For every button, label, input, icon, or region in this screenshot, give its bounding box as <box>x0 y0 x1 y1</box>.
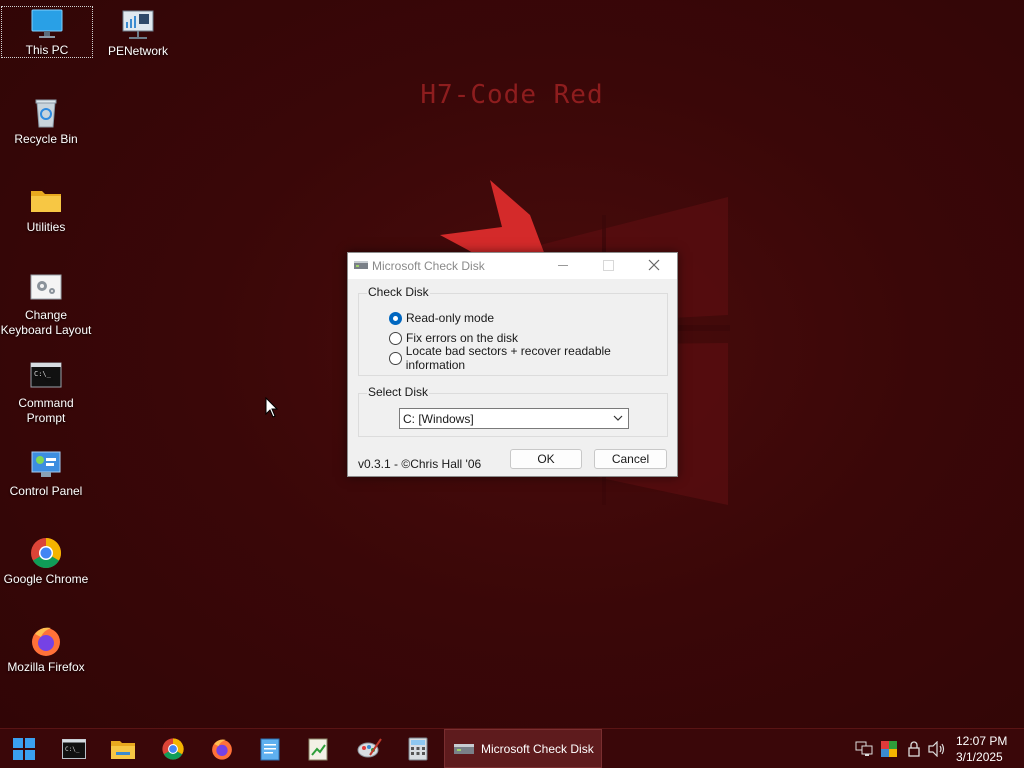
group-title: Select Disk <box>367 385 430 399</box>
desktop-icon-label: This PC <box>25 43 69 57</box>
desktop-icon-control-panel[interactable]: Control Panel <box>0 448 92 499</box>
chrome-icon <box>162 738 184 760</box>
desktop-icon-label: Utilities <box>26 220 66 234</box>
start-icon <box>13 738 35 760</box>
terminal-icon: C:\_ <box>30 362 62 388</box>
chevron-down-icon <box>613 415 623 421</box>
desktop-icon-label: Mozilla Firefox <box>7 660 85 674</box>
check-disk-group: Check Disk Read-only mode Fix errors on … <box>358 285 668 376</box>
radio-label: Fix errors on the disk <box>406 331 519 345</box>
disk-select[interactable]: C: [Windows] <box>399 408 629 429</box>
clock-date: 3/1/2025 <box>956 750 1003 764</box>
desktop-icon-change-keyboard-layout[interactable]: Change Keyboard Layout <box>0 272 92 338</box>
version-label: v0.3.1 - ©Chris Hall '06 <box>358 457 482 471</box>
chrome-icon <box>31 538 62 569</box>
close-button[interactable] <box>632 253 676 277</box>
volume-icon <box>928 741 945 757</box>
taskbar: C:\_ Microsoft Check Disk 12:07 PM 3/1/2… <box>0 728 1024 768</box>
radio-label: Locate bad sectors + recover readable in… <box>405 344 611 372</box>
close-icon <box>648 259 660 271</box>
taskbar-editor[interactable] <box>299 733 339 765</box>
taskbar-file-explorer[interactable] <box>103 733 143 765</box>
start-button[interactable] <box>4 733 44 765</box>
paint-icon <box>357 738 382 758</box>
wallpaper-title: H7-Code Red <box>420 80 604 110</box>
taskbar-paint[interactable] <box>349 733 389 765</box>
svg-text:C:\_: C:\_ <box>34 370 52 378</box>
desktop-icon-mozilla-firefox[interactable]: Mozilla Firefox <box>0 624 92 675</box>
taskbar-command-prompt[interactable]: C:\_ <box>54 733 94 765</box>
file-explorer-icon <box>111 741 135 759</box>
radio-read-only-mode[interactable]: Read-only mode <box>389 310 494 326</box>
taskbar-active-label: Microsoft Check Disk <box>481 741 594 756</box>
tray-display[interactable] <box>879 739 899 759</box>
mouse-cursor-icon <box>265 397 279 418</box>
terminal-icon: C:\_ <box>62 739 86 759</box>
recycle-bin-icon <box>35 99 57 128</box>
editor-icon <box>308 738 328 761</box>
select-disk-group: Select Disk C: [Windows] <box>358 385 668 437</box>
taskbar-notepad[interactable] <box>250 733 290 765</box>
tray-security[interactable] <box>904 739 924 759</box>
desktop-icon-this-pc[interactable]: This PC <box>1 6 93 58</box>
clock-time: 12:07 PM <box>956 734 1008 748</box>
dialog-titlebar[interactable]: Microsoft Check Disk <box>348 253 677 279</box>
firefox-icon <box>32 627 60 656</box>
calculator-icon <box>408 737 428 761</box>
desktop-icon-penetwork[interactable]: PENetwork <box>92 8 184 59</box>
taskbar-active-window[interactable]: Microsoft Check Disk <box>444 729 602 768</box>
keyboard-settings-icon <box>30 274 62 300</box>
disk-drive-icon <box>354 261 368 269</box>
radio-dot <box>389 311 402 325</box>
radio-dot <box>389 331 402 345</box>
desktop-icon-label: Change Keyboard Layout <box>0 308 92 337</box>
notepad-icon <box>260 738 280 761</box>
radio-label: Read-only mode <box>406 311 495 325</box>
desktop-icon-recycle-bin[interactable]: Recycle Bin <box>0 96 92 147</box>
group-title: Check Disk <box>367 285 430 299</box>
disk-select-value: C: [Windows] <box>403 412 474 426</box>
cancel-button[interactable]: Cancel <box>594 449 667 469</box>
tray-network[interactable] <box>854 739 874 759</box>
folder-icon <box>31 191 61 212</box>
desktop-icon-label: Google Chrome <box>3 572 89 586</box>
disk-drive-icon <box>454 743 474 754</box>
desktop-icon-label: Command Prompt <box>18 396 74 425</box>
radio-dot <box>389 351 402 365</box>
desktop-icon-utilities[interactable]: Utilities <box>0 184 92 235</box>
desktop-icon-command-prompt[interactable]: C:\_ Command Prompt <box>0 360 92 426</box>
monitor-icon <box>31 9 63 38</box>
display-icon <box>881 741 897 757</box>
firefox-icon <box>212 739 232 760</box>
taskbar-firefox[interactable] <box>202 733 242 765</box>
security-icon <box>908 741 920 757</box>
svg-text:C:\_: C:\_ <box>65 746 80 753</box>
taskbar-calculator[interactable] <box>398 733 438 765</box>
desktop-icon-label: Recycle Bin <box>14 132 78 146</box>
check-disk-dialog: Microsoft Check Disk Check Disk Read-onl… <box>347 252 678 477</box>
control-panel-icon <box>31 451 61 477</box>
desktop-icon-label: Control Panel <box>9 484 83 498</box>
network-icon <box>122 10 154 39</box>
network-icon <box>855 741 873 756</box>
desktop-icon-google-chrome[interactable]: Google Chrome <box>0 536 92 587</box>
taskbar-chrome[interactable] <box>153 733 193 765</box>
radio-locate-bad-sectors[interactable]: Locate bad sectors + recover readable in… <box>389 344 667 372</box>
minimize-button[interactable] <box>542 253 586 277</box>
desktop-icon-label: PENetwork <box>107 44 169 58</box>
maximize-button[interactable] <box>586 253 630 277</box>
tray-volume[interactable] <box>927 739 947 759</box>
dialog-title: Microsoft Check Disk <box>372 259 485 273</box>
ok-button[interactable]: OK <box>510 449 582 469</box>
taskbar-clock[interactable]: 12:07 PM 3/1/2025 <box>956 733 1007 765</box>
